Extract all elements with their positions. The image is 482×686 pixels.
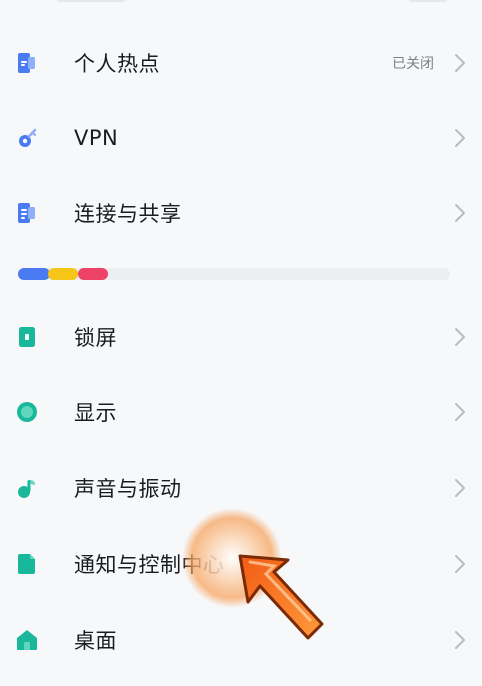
chevron-right-icon xyxy=(455,204,465,222)
chevron-right-icon xyxy=(455,631,465,649)
chevron-right-icon xyxy=(455,129,465,147)
divider-segment-red xyxy=(78,268,108,280)
chevron-right-icon xyxy=(455,479,465,497)
settings-item-hotspot[interactable]: 个人热点 已关闭 xyxy=(0,28,482,98)
settings-item-label: 连接与共享 xyxy=(74,202,182,226)
divider-segment-yellow xyxy=(48,268,78,280)
sound-vibration-icon xyxy=(18,480,35,498)
settings-item-label: 锁屏 xyxy=(74,326,117,350)
clipped-text-fragment xyxy=(408,0,448,2)
chevron-right-icon xyxy=(455,54,465,72)
display-icon xyxy=(17,402,37,422)
settings-item-lock-screen[interactable]: 锁屏 xyxy=(0,302,482,372)
home-desktop-icon xyxy=(17,630,37,650)
notification-control-icon xyxy=(18,554,35,574)
divider-segment-blue xyxy=(18,268,50,280)
section-divider xyxy=(18,268,450,280)
chevron-right-icon xyxy=(455,555,465,573)
settings-item-label: 个人热点 xyxy=(74,52,160,76)
connection-share-icon xyxy=(18,203,35,223)
settings-item-desktop[interactable]: 桌面 xyxy=(0,605,482,675)
settings-item-display[interactable]: 显示 xyxy=(0,377,482,447)
settings-item-label: 通知与控制中心 xyxy=(74,553,225,577)
settings-item-notification-control-center[interactable]: 通知与控制中心 xyxy=(0,529,482,599)
settings-item-label: 桌面 xyxy=(74,629,117,653)
clipped-text-fragment xyxy=(56,0,126,2)
vpn-key-icon xyxy=(19,128,37,147)
settings-item-label: VPN xyxy=(74,126,119,150)
chevron-right-icon xyxy=(455,403,465,421)
settings-item-label: 显示 xyxy=(74,401,117,425)
lock-screen-icon xyxy=(19,327,35,347)
chevron-right-icon xyxy=(455,328,465,346)
settings-item-vpn[interactable]: VPN xyxy=(0,103,482,173)
hotspot-icon xyxy=(18,53,35,73)
previous-item-clipped xyxy=(0,0,482,8)
hotspot-status: 已关闭 xyxy=(392,56,434,72)
settings-item-label: 声音与振动 xyxy=(74,477,182,501)
settings-item-connection-share[interactable]: 连接与共享 xyxy=(0,178,482,248)
settings-item-sound-vibration[interactable]: 声音与振动 xyxy=(0,453,482,523)
